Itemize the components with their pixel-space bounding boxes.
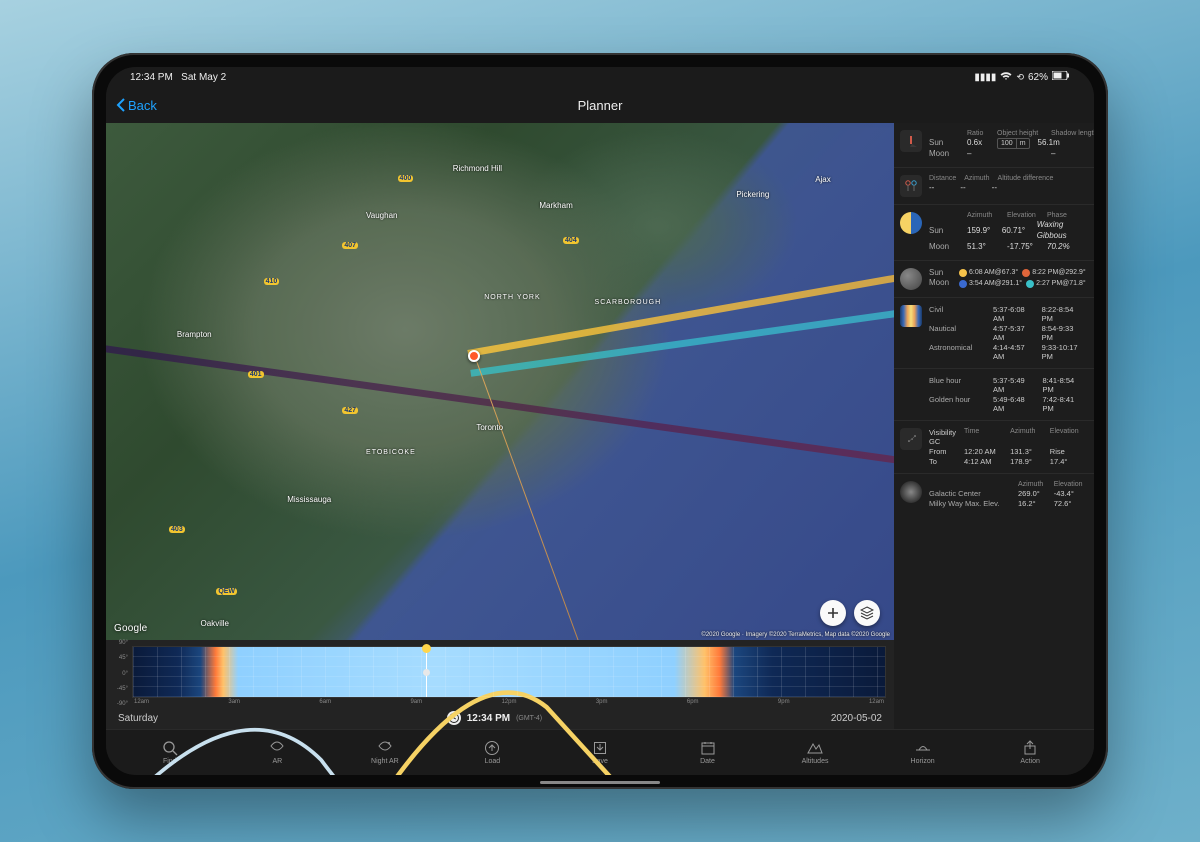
galaxy-icon (900, 428, 922, 450)
battery-icon (1052, 71, 1070, 83)
night-ar-icon (377, 740, 393, 756)
rise-set-card[interactable]: Sun 6:08 AM@67.3° 8:22 PM@292.9° Moon 3:… (894, 261, 1094, 298)
page-title: Planner (578, 98, 623, 113)
timezone: (GMT-4) (516, 715, 542, 722)
status-right: ▮▮▮▮ ⟲ 62% (974, 71, 1070, 84)
hwy-shield: 404 (563, 237, 579, 244)
timeline-track[interactable] (132, 646, 886, 698)
map-attribution: ©2020 Google · Imagery ©2020 TerraMetric… (701, 632, 890, 638)
layers-button[interactable] (854, 600, 880, 626)
horizon-icon (915, 740, 931, 756)
status-left: 12:34 PM Sat May 2 (130, 72, 226, 83)
hours-icon (900, 376, 922, 398)
share-icon (1022, 740, 1038, 756)
ar-button[interactable]: AR (247, 740, 307, 765)
find-button[interactable]: Find (140, 740, 200, 765)
twilight-icon (900, 305, 922, 327)
upload-icon (484, 740, 500, 756)
pins-icon (900, 175, 922, 197)
visibility-gc-card[interactable]: Visibility GCTimeAzimuthElevation From12… (894, 421, 1094, 474)
hwy-shield: 407 (342, 242, 358, 249)
location-pin[interactable] (468, 350, 480, 362)
chevron-left-icon (116, 98, 126, 112)
hwy-shield: 400 (398, 175, 414, 182)
battery-pct: 62% (1028, 72, 1048, 83)
bottom-toolbar: Find AR Night AR Load Save Date Altitude… (106, 729, 1094, 775)
date-time-row: Saturday 12:34 PM (GMT-4) 2020-05-02 (106, 707, 894, 729)
hwy-shield: 410 (264, 278, 280, 285)
tablet-frame: 12:34 PM Sat May 2 ▮▮▮▮ ⟲ 62% Back Plann… (92, 53, 1108, 789)
current-date[interactable]: 2020-05-02 (831, 713, 882, 724)
load-button[interactable]: Load (462, 740, 522, 765)
calendar-icon (700, 740, 716, 756)
search-icon (162, 740, 178, 756)
hours-card[interactable]: Blue hour5:37-5:49 AM8:41-8:54 PM Golden… (894, 369, 1094, 421)
status-date: Sat May 2 (181, 72, 226, 83)
timeline-cursor[interactable] (426, 647, 427, 697)
city-label: SCARBOROUGH (595, 299, 662, 306)
ar-icon (269, 740, 285, 756)
hwy-shield: 427 (342, 407, 358, 414)
azimuth-band-2 (471, 239, 894, 378)
hwy-shield: 401 (248, 371, 264, 378)
milky-way-icon (900, 481, 922, 503)
twilight-card[interactable]: Civil5:37-6:08 AM8:22-8:54 PM Nautical4:… (894, 298, 1094, 369)
status-time: 12:34 PM (130, 72, 173, 83)
status-bar: 12:34 PM Sat May 2 ▮▮▮▮ ⟲ 62% (106, 67, 1094, 87)
city-label: NORTH YORK (484, 294, 540, 301)
object-height-input[interactable]: 100m (997, 138, 1030, 149)
back-label: Back (128, 98, 157, 113)
signal-icon: ▮▮▮▮ (974, 72, 996, 83)
timeline-yaxis: 90° 45° 0° -45° -90° (110, 640, 128, 707)
shadow-card[interactable]: RatioObject heightShadow length Sun0.6x … (894, 123, 1094, 168)
rotation-lock-icon: ⟲ (1016, 72, 1024, 83)
city-label: Richmond Hill (453, 164, 502, 173)
night-ar-button[interactable]: Night AR (355, 740, 415, 765)
download-icon (592, 740, 608, 756)
sun-azimuth-band (468, 186, 894, 357)
hwy-shield: QEW (216, 588, 237, 595)
back-button[interactable]: Back (116, 98, 157, 113)
city-label: ETOBICOKE (366, 449, 416, 456)
content: Toronto Mississauga Brampton Markham Vau… (106, 123, 1094, 729)
left-column: Toronto Mississauga Brampton Markham Vau… (106, 123, 894, 729)
timeline-hours: 12am 3am 6am 9am 12pm 3pm 6pm 9pm 12am (132, 698, 886, 705)
weekday: Saturday (118, 713, 158, 724)
save-button[interactable]: Save (570, 740, 630, 765)
google-logo: Google (114, 623, 147, 634)
hwy-shield: 403 (169, 526, 185, 533)
sun-direction-line (476, 361, 583, 640)
horizon-button[interactable]: Horizon (893, 740, 953, 765)
city-label: Markham (539, 201, 572, 210)
shadow-icon (900, 130, 922, 152)
timeline-panel: 90° 45° 0° -45° -90° 12am 3am 6am (106, 640, 894, 707)
sun-moon-icon (900, 212, 922, 234)
moon-photo-icon (900, 268, 922, 290)
action-button[interactable]: Action (1000, 740, 1060, 765)
city-label: Brampton (177, 330, 212, 339)
wifi-icon (1000, 71, 1012, 84)
layers-icon (860, 606, 874, 620)
current-time[interactable]: 12:34 PM (467, 713, 510, 724)
galactic-center-card[interactable]: AzimuthElevation Galactic Center269.0°-4… (894, 474, 1094, 515)
moon-azimuth-band (106, 341, 894, 480)
city-label: Pickering (736, 190, 769, 199)
add-button[interactable] (820, 600, 846, 626)
distance-card[interactable]: DistanceAzimuthAltitude difference -----… (894, 168, 1094, 205)
city-label: Oakville (201, 619, 229, 628)
position-card[interactable]: AzimuthElevationPhase Sun159.9°60.71°Wax… (894, 205, 1094, 260)
city-label: Ajax (815, 175, 831, 184)
nav-bar: Back Planner (106, 87, 1094, 123)
plus-icon (827, 607, 839, 619)
screen: 12:34 PM Sat May 2 ▮▮▮▮ ⟲ 62% Back Plann… (106, 67, 1094, 775)
info-panel: RatioObject heightShadow length Sun0.6x … (894, 123, 1094, 729)
altitudes-button[interactable]: Altitudes (785, 740, 845, 765)
mountain-icon (807, 740, 823, 756)
map-view[interactable]: Toronto Mississauga Brampton Markham Vau… (106, 123, 894, 640)
clock-icon[interactable] (447, 711, 461, 725)
city-label: Mississauga (287, 495, 331, 504)
city-label: Vaughan (366, 211, 397, 220)
date-button[interactable]: Date (678, 740, 738, 765)
